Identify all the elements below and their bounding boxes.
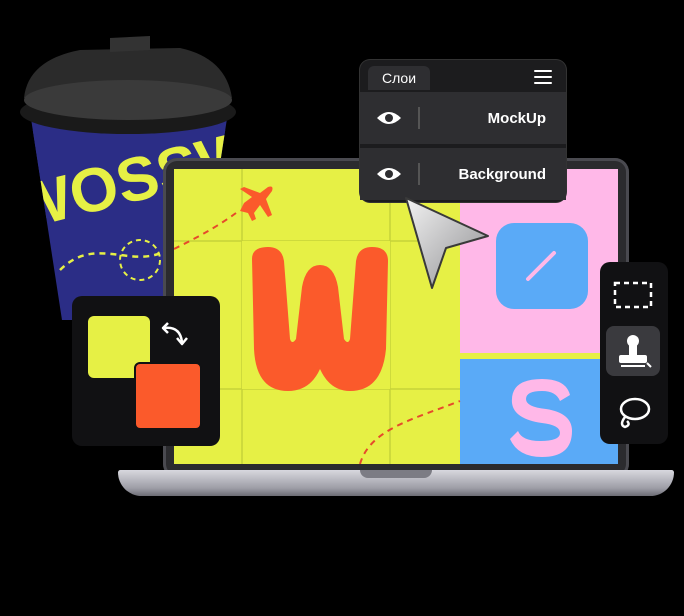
swap-colors-icon[interactable] — [160, 320, 190, 350]
cursor-arrow-icon — [405, 197, 489, 289]
airplane-icon — [240, 186, 273, 221]
color-swatch-panel — [72, 296, 220, 446]
tools-panel — [600, 262, 668, 444]
layer-row-mockup[interactable]: MockUp — [360, 90, 566, 144]
layer-name: MockUp — [487, 109, 546, 127]
design-canvas[interactable] — [174, 169, 618, 464]
lasso-icon[interactable] — [606, 388, 660, 438]
background-color-swatch[interactable] — [134, 362, 202, 430]
stamp-icon[interactable] — [606, 326, 660, 376]
laptop-notch — [360, 470, 432, 478]
layers-panel: Слои MockUp Background — [360, 60, 566, 202]
layers-tab[interactable]: Слои — [368, 66, 430, 90]
hamburger-menu-icon[interactable] — [534, 70, 552, 84]
eye-icon[interactable] — [360, 110, 418, 126]
layer-name: Background — [458, 165, 546, 183]
rectangle-marquee-icon[interactable] — [606, 270, 660, 320]
canvas-artwork — [174, 169, 618, 464]
eye-icon[interactable] — [360, 166, 418, 182]
